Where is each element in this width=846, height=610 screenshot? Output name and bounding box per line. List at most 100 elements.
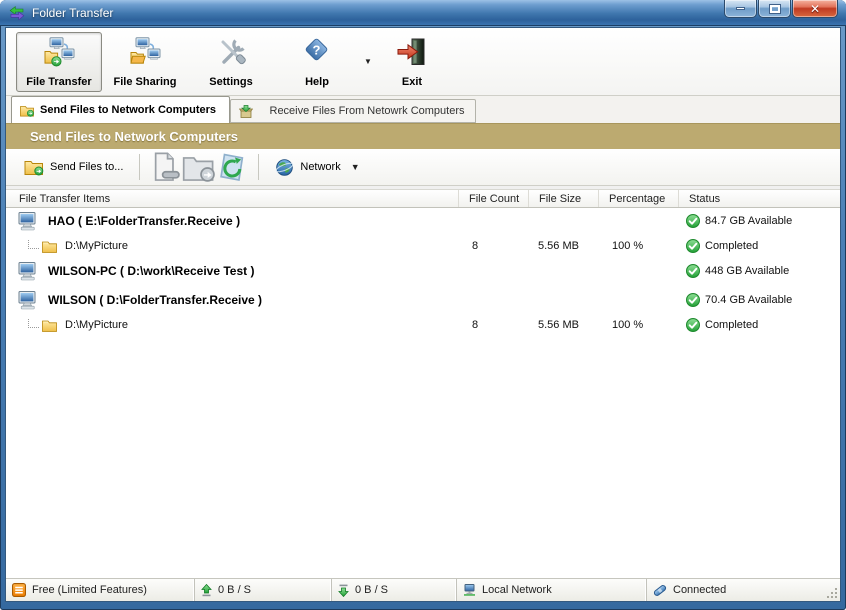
file-sharing-button[interactable]: File Sharing: [102, 32, 188, 92]
exit-label: Exit: [401, 75, 423, 88]
file-minus-icon: [155, 152, 181, 181]
globe-icon: [276, 158, 294, 176]
file-transfer-list: HAO ( E:\FolderTransfer.Receive ) 84.7 G…: [6, 208, 840, 578]
column-file-transfer-items[interactable]: File Transfer Items: [6, 190, 458, 207]
maximize-button[interactable]: [758, 0, 791, 18]
minimize-button[interactable]: [724, 0, 757, 18]
main-toolbar: File Transfer File Sharing Settings ? He…: [6, 28, 840, 96]
connected-icon: [653, 584, 667, 596]
exit-button[interactable]: Exit: [376, 32, 448, 92]
column-percentage[interactable]: Percentage: [598, 190, 678, 207]
status-ok-icon: [686, 214, 700, 228]
folder-name: D:\MyPicture: [65, 240, 128, 252]
app-icon: [9, 5, 25, 20]
svg-text:?: ?: [313, 42, 321, 57]
connection-text: Connected: [673, 584, 727, 596]
folder-send-icon: [24, 161, 44, 176]
tab-receive-files[interactable]: Receive Files From Netowrk Computers: [230, 99, 476, 123]
settings-button[interactable]: Settings: [188, 32, 274, 92]
network-panel: Local Network: [456, 579, 646, 601]
cell-percentage: 100 %: [612, 240, 644, 252]
send-folder-button[interactable]: [182, 153, 216, 182]
cell-file-size: 5.56 MB: [538, 240, 579, 252]
client-area: File Transfer File Sharing Settings ? He…: [5, 27, 841, 602]
folder-arrow-gray-icon: [183, 156, 216, 182]
toolbar-separator: [258, 154, 260, 180]
app-window: Folder Transfer ✕ File Transfer File Sha…: [0, 0, 846, 610]
tree-branch: [28, 239, 39, 249]
status-ok-icon: [686, 318, 700, 332]
tab-bar: Send Files to Network Computers Receive …: [6, 96, 840, 123]
close-icon: ✕: [809, 1, 821, 16]
cell-file-size: 5.56 MB: [538, 319, 579, 331]
help-diamond-icon: ?: [305, 38, 328, 60]
folder-name: D:\MyPicture: [65, 319, 128, 331]
cell-file-count: 8: [472, 319, 479, 331]
receive-box-icon: [239, 104, 253, 118]
upload-speed-panel: 0 B / S: [194, 579, 331, 601]
send-folder-icon: [20, 105, 34, 117]
computers-transfer-icon: [44, 36, 75, 66]
help-label: Help: [305, 75, 329, 88]
list-header: File Transfer Items File Count File Size…: [6, 189, 840, 208]
tab-receive-files-label: Receive Files From Netowrk Computers: [269, 105, 465, 117]
window-controls: ✕: [723, 0, 838, 18]
computer-icon: [18, 211, 36, 230]
tree-branch: [28, 318, 39, 328]
close-button[interactable]: ✕: [792, 0, 838, 18]
status-text: Completed: [705, 319, 759, 331]
refresh-button[interactable]: [216, 153, 250, 181]
computer-icon: [18, 290, 36, 309]
maximize-icon: [768, 3, 781, 14]
status-text: 70.4 GB Available: [705, 294, 793, 306]
computers-sharing-icon: [130, 36, 161, 64]
file-sharing-label: File Sharing: [113, 75, 177, 88]
license-panel: Free (Limited Features): [6, 579, 194, 601]
help-dropdown-arrow[interactable]: ▼: [360, 32, 376, 92]
network-text: Local Network: [482, 584, 552, 596]
remove-file-button[interactable]: [148, 152, 182, 181]
cell-percentage: 100 %: [612, 319, 644, 331]
status-text: 448 GB Available: [705, 265, 790, 277]
upload-speed-text: 0 B / S: [218, 584, 252, 596]
table-row[interactable]: D:\MyPicture 8 5.56 MB 100 % Completed: [6, 234, 840, 258]
tab-send-files-label: Send Files to Network Computers: [40, 104, 217, 116]
download-arrow-icon: [338, 584, 349, 597]
local-network-icon: [464, 584, 475, 596]
section-header: Send Files to Network Computers: [6, 123, 840, 149]
chevron-down-icon: ▼: [350, 162, 360, 172]
column-file-count[interactable]: File Count: [458, 190, 528, 207]
chevron-down-icon: ▼: [364, 57, 372, 66]
settings-label: Settings: [209, 75, 253, 88]
column-file-size[interactable]: File Size: [528, 190, 598, 207]
table-row[interactable]: WILSON-PC ( D:\work\Receive Test ) 448 G…: [6, 258, 840, 284]
table-row[interactable]: HAO ( E:\FolderTransfer.Receive ) 84.7 G…: [6, 208, 840, 234]
network-menu-label: Network: [300, 161, 341, 173]
computer-name: HAO ( E:\FolderTransfer.Receive ): [48, 214, 241, 228]
sub-toolbar: Send Files to... Network ▼: [6, 149, 840, 186]
table-row[interactable]: WILSON ( D:\FolderTransfer.Receive ) 70.…: [6, 287, 840, 313]
file-transfer-button[interactable]: File Transfer: [16, 31, 102, 92]
upload-arrow-icon: [201, 583, 212, 596]
titlebar[interactable]: Folder Transfer ✕: [0, 0, 846, 26]
limited-features-icon: [12, 583, 26, 597]
network-menu[interactable]: Network ▼: [267, 153, 367, 181]
send-files-button[interactable]: Send Files to...: [16, 153, 131, 181]
column-status[interactable]: Status: [678, 190, 840, 207]
computer-icon: [18, 261, 36, 280]
help-button[interactable]: ? Help: [274, 32, 360, 92]
tools-icon: [221, 38, 246, 64]
download-speed-text: 0 B / S: [355, 584, 389, 596]
resize-grip[interactable]: [826, 587, 838, 599]
status-text: Completed: [705, 240, 759, 252]
tab-send-files[interactable]: Send Files to Network Computers: [11, 96, 230, 123]
table-row[interactable]: D:\MyPicture 8 5.56 MB 100 % Completed: [6, 313, 840, 337]
status-bar: Free (Limited Features) 0 B / S 0 B / S: [6, 578, 840, 601]
send-files-label: Send Files to...: [50, 161, 124, 173]
status-ok-icon: [686, 264, 700, 278]
file-transfer-label: File Transfer: [26, 75, 92, 88]
window-title: Folder Transfer: [32, 5, 114, 20]
refresh-icon: [220, 153, 244, 181]
computer-name: WILSON-PC ( D:\work\Receive Test ): [48, 264, 255, 278]
folder-icon: [42, 241, 57, 253]
